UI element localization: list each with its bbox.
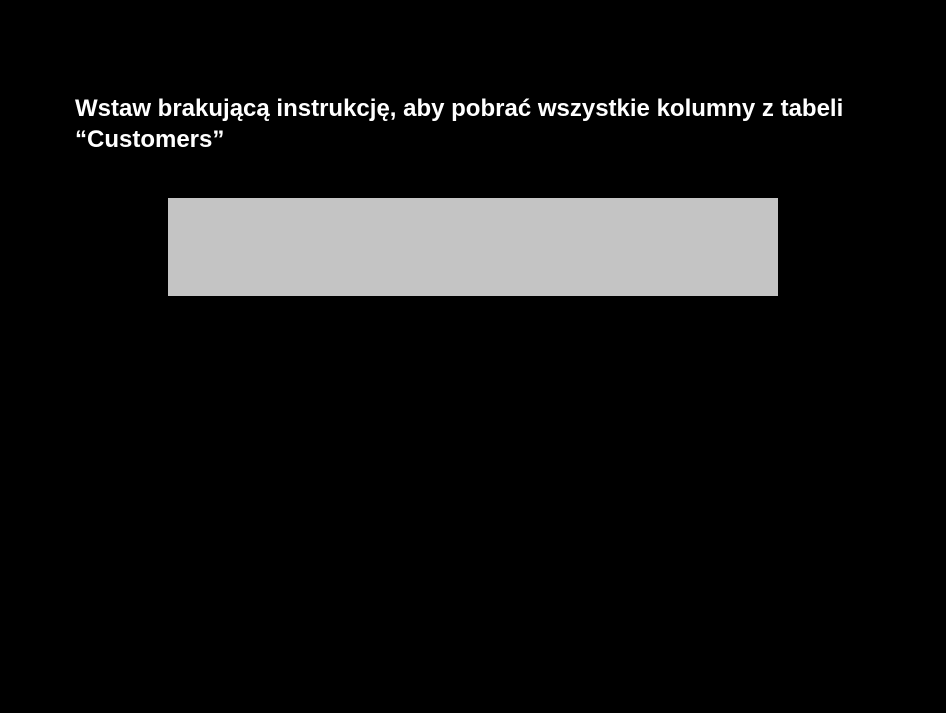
- exercise-page: Wstaw brakującą instrukcję, aby pobrać w…: [0, 0, 946, 713]
- code-answer-box[interactable]: [168, 198, 778, 296]
- question-text: Wstaw brakującą instrukcję, aby pobrać w…: [75, 95, 844, 153]
